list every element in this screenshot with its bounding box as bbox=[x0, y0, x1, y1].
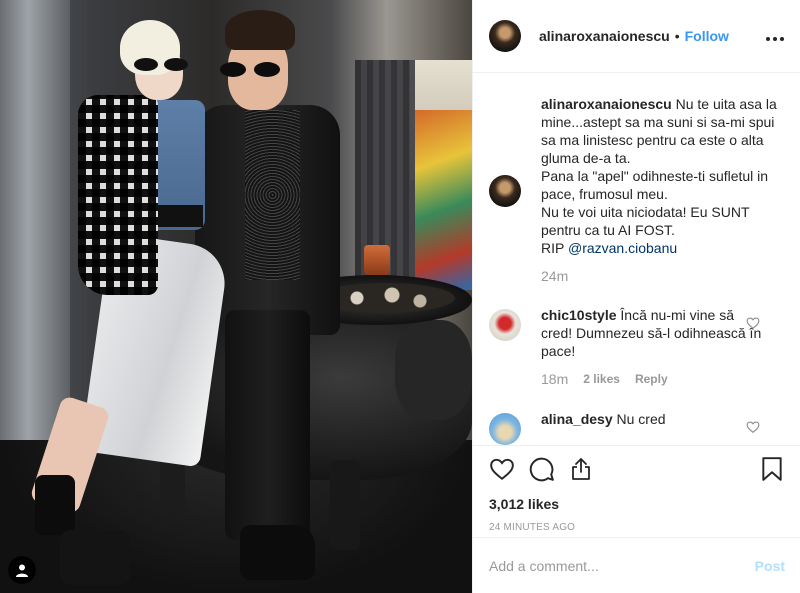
save-button[interactable] bbox=[761, 454, 785, 484]
comment-avatar[interactable] bbox=[489, 309, 521, 341]
photo-woman-coat bbox=[78, 95, 158, 295]
comment-meta: 18m 2 likes Reply bbox=[541, 371, 765, 388]
add-comment-bar: Post bbox=[473, 537, 800, 593]
header-username[interactable]: alinaroxanaionescu bbox=[539, 28, 670, 44]
comment-text: alina_desy Nu cred bbox=[541, 410, 765, 428]
comment-item: chic10style Încă nu-mi vine să cred! Dum… bbox=[489, 306, 785, 388]
like-comment-heart-icon[interactable] bbox=[746, 316, 760, 330]
photo-woman-sunglasses bbox=[134, 58, 192, 71]
comment-button[interactable] bbox=[529, 454, 569, 484]
likes-count[interactable]: 3,012 likes bbox=[489, 496, 785, 512]
header-separator: • bbox=[674, 28, 680, 44]
post-timestamp[interactable]: 24 MINUTES AGO bbox=[489, 522, 785, 533]
comment-time[interactable]: 18m bbox=[541, 371, 568, 388]
post-caption: alinaroxanaionescu Nu te uita asa la min… bbox=[489, 95, 785, 284]
photo-pig-leg bbox=[330, 460, 360, 550]
caption-username[interactable]: alinaroxanaionescu bbox=[541, 96, 672, 112]
comment-item: alina_desy Nu cred bbox=[489, 410, 785, 445]
caption-avatar[interactable] bbox=[489, 175, 521, 207]
photo-man-legs bbox=[225, 310, 310, 540]
post-photo[interactable] bbox=[0, 0, 472, 593]
photo-man-sunglasses bbox=[220, 62, 284, 77]
share-icon bbox=[572, 458, 590, 480]
photo-woman-shoe bbox=[60, 530, 130, 585]
caption-body: Nu te uita asa la mine...astept sa ma su… bbox=[541, 96, 777, 256]
caption-time[interactable]: 24m bbox=[541, 268, 785, 284]
share-button[interactable] bbox=[569, 454, 609, 484]
more-horizontal-icon bbox=[766, 37, 784, 41]
photo-artwork bbox=[415, 110, 472, 290]
post-comment-button[interactable]: Post bbox=[755, 558, 785, 574]
post-header: alinaroxanaionescu • Follow bbox=[473, 0, 800, 73]
bookmark-icon bbox=[762, 457, 782, 481]
like-button[interactable] bbox=[489, 454, 529, 484]
follow-button[interactable]: Follow bbox=[685, 28, 729, 44]
comment-username[interactable]: chic10style bbox=[541, 307, 617, 323]
photo-woman-shoe bbox=[35, 475, 75, 535]
comment-text: chic10style Încă nu-mi vine să cred! Dum… bbox=[541, 306, 765, 360]
comment-input[interactable] bbox=[489, 557, 755, 574]
more-options-icon[interactable] bbox=[765, 26, 785, 46]
comment-bubble-icon bbox=[529, 457, 554, 482]
tagged-user-icon[interactable] bbox=[8, 556, 36, 584]
photo-man-boot bbox=[240, 525, 315, 580]
comment-likes[interactable]: 2 likes bbox=[583, 371, 620, 388]
caption-mention-link[interactable]: @razvan.ciobanu bbox=[568, 240, 677, 256]
reply-button[interactable]: Reply bbox=[635, 371, 668, 388]
photo-pig-head bbox=[395, 320, 472, 420]
comment-body: Nu cred bbox=[616, 411, 666, 427]
photo-wall bbox=[0, 0, 70, 440]
caption-text: alinaroxanaionescu Nu te uita asa la min… bbox=[541, 95, 785, 257]
comments-list[interactable]: alinaroxanaionescu Nu te uita asa la min… bbox=[473, 73, 800, 445]
photo-man-hair bbox=[225, 10, 295, 50]
action-icons bbox=[489, 454, 785, 484]
comment-username[interactable]: alina_desy bbox=[541, 411, 613, 427]
post-side-panel: alinaroxanaionescu • Follow alinaroxanai… bbox=[472, 0, 800, 593]
heart-icon bbox=[490, 458, 514, 480]
avatar[interactable] bbox=[489, 20, 521, 52]
user-icon bbox=[16, 564, 28, 577]
photo-lamp bbox=[364, 245, 390, 275]
instagram-post: alinaroxanaionescu • Follow alinaroxanai… bbox=[0, 0, 800, 593]
like-comment-heart-icon[interactable] bbox=[746, 420, 760, 434]
photo-man-lapel bbox=[245, 110, 300, 280]
comment-avatar[interactable] bbox=[489, 413, 521, 445]
post-actions: 3,012 likes 24 MINUTES AGO bbox=[473, 445, 800, 533]
